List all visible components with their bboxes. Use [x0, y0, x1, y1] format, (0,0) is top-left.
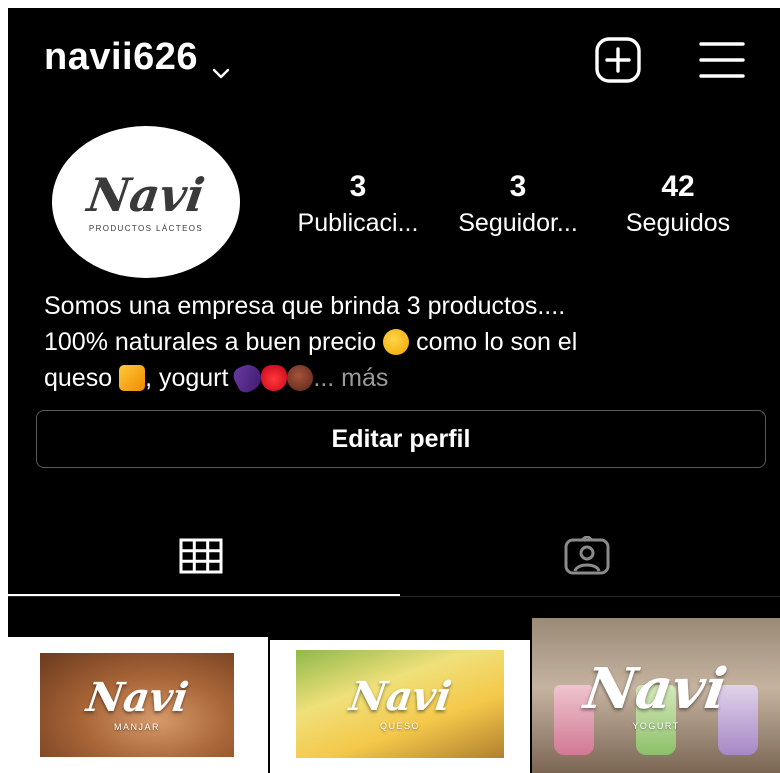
tagged-person-icon — [564, 536, 610, 575]
stat-posts[interactable]: 3 Publicaci... — [278, 170, 438, 238]
stat-followers[interactable]: 3 Seguidor... — [438, 170, 598, 238]
post-subtitle: QUESO — [379, 721, 420, 731]
account-switcher[interactable]: navii626 — [44, 36, 232, 79]
profile-screen: navii626 Navi PRODUCTOS LÁCTEOS 3 Public… — [8, 8, 780, 773]
post-thumbnail-yogurt[interactable]: Navi YOGURT — [532, 618, 780, 773]
post-brand-logo: Navi — [346, 673, 454, 720]
post-thumbnail-queso[interactable]: Navi QUESO — [270, 640, 530, 773]
post-thumbnail-manjar[interactable]: Navi MANJAR — [8, 637, 268, 773]
stat-followers-label: Seguidor... — [458, 209, 578, 237]
edit-profile-button[interactable]: Editar perfil — [36, 410, 766, 468]
stat-following-label: Seguidos — [625, 209, 731, 237]
hugging-face-emoji-icon — [383, 329, 410, 355]
stat-posts-count: 3 — [349, 170, 367, 203]
bio-more-link[interactable]: ... más — [313, 364, 388, 392]
tab-tagged[interactable] — [394, 518, 780, 594]
chevron-down-icon — [210, 51, 232, 78]
post-brand-logo: Navi — [580, 655, 732, 722]
profile-header: navii626 — [8, 8, 780, 108]
hamburger-menu-icon — [699, 42, 745, 78]
grid-icon — [179, 538, 223, 574]
cheese-emoji-icon — [119, 365, 146, 391]
stat-following-count: 42 — [661, 170, 695, 203]
stat-posts-label: Publicaci... — [297, 209, 419, 237]
profile-stats: 3 Publicaci... 3 Seguidor... 42 Seguidos — [278, 170, 758, 238]
post-subtitle: YOGURT — [632, 720, 680, 731]
eggplant-emoji-icon — [231, 360, 266, 396]
bio-line-3: queso , yogurt ... más — [44, 360, 764, 396]
bio-line-2: 100% naturales a buen precio como lo son… — [44, 328, 578, 356]
strawberry-emoji-icon — [261, 365, 288, 391]
profile-bio: Somos una empresa que brinda 3 productos… — [44, 288, 764, 396]
avatar-brand-logo: Navi — [84, 167, 208, 222]
new-post-button[interactable] — [594, 36, 642, 84]
chestnut-emoji-icon — [287, 365, 314, 391]
menu-button[interactable] — [698, 36, 746, 84]
stat-followers-count: 3 — [509, 170, 527, 203]
plus-square-icon — [595, 37, 641, 83]
post-subtitle: MANJAR — [113, 722, 160, 732]
profile-avatar[interactable]: Navi PRODUCTOS LÁCTEOS — [52, 126, 240, 278]
post-brand-logo: Navi — [83, 674, 191, 721]
avatar-tagline: PRODUCTOS LÁCTEOS — [88, 223, 204, 233]
stat-following[interactable]: 42 Seguidos — [598, 170, 758, 238]
bio-line-1: Somos una empresa que brinda 3 productos… — [44, 292, 566, 320]
username: navii626 — [44, 36, 198, 78]
tab-divider — [8, 596, 780, 597]
tab-posts-grid[interactable] — [8, 518, 394, 594]
